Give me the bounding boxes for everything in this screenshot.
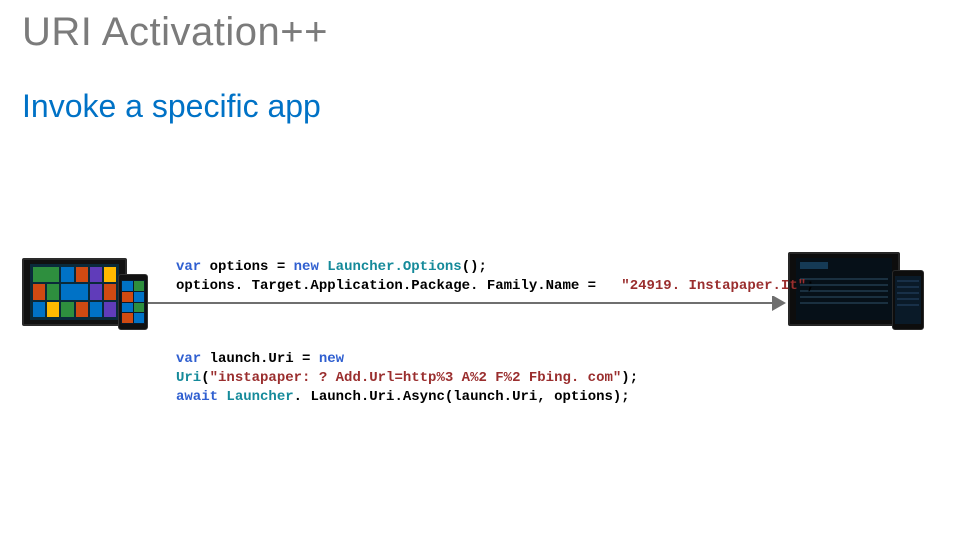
code-keyword: await (176, 389, 218, 405)
phone-dark-icon (892, 270, 924, 330)
code-text: (); (462, 259, 487, 275)
code-keyword: new (319, 351, 344, 367)
code-block-1: var options = new Launcher.Options(); op… (174, 258, 778, 296)
code-keyword: new (294, 259, 319, 275)
code-text (319, 259, 327, 275)
code-text: launch.Uri = (201, 351, 319, 367)
code-type: Launcher (226, 389, 293, 405)
code-string: "instapaper: ? Add.Url=http%3 A%2 F%2 Fb… (210, 370, 622, 386)
source-devices (22, 258, 162, 338)
slide: URI Activation++ Invoke a specific app (0, 0, 960, 540)
code-text: options = (201, 259, 293, 275)
code-text: options. Target.Application.Package. Fam… (176, 278, 604, 294)
code-type: Uri (176, 370, 201, 386)
code-text: ); (621, 370, 638, 386)
code-keyword: var (176, 259, 201, 275)
code-type: Launcher.Options (327, 259, 461, 275)
page-title: URI Activation++ (22, 10, 328, 55)
phone-icon (118, 274, 148, 330)
code-text: ( (201, 370, 209, 386)
code-string: "24919. Instapaper.It" (621, 278, 806, 294)
page-subtitle: Invoke a specific app (22, 88, 321, 125)
code-text: ; (806, 278, 814, 294)
target-devices (788, 252, 938, 344)
code-text (604, 278, 621, 294)
code-keyword: var (176, 351, 201, 367)
code-block-2: var launch.Uri = new Uri("instapaper: ? … (174, 350, 738, 407)
code-text: . Launch.Uri.Async(launch.Uri, options); (294, 389, 630, 405)
tablet-icon (22, 258, 127, 326)
